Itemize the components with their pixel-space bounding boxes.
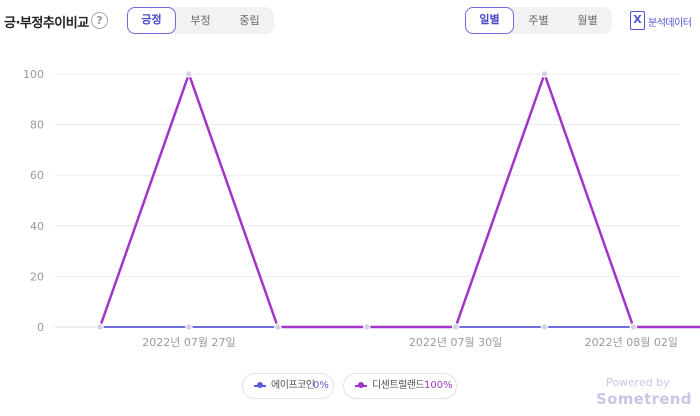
y-tick-label: 40 [30, 220, 44, 233]
legend-item-apecoin[interactable]: 에이프코인 0% [242, 373, 334, 399]
y-tick-label: 0 [37, 321, 44, 334]
y-tick-label: 100 [23, 68, 44, 81]
series-lines [98, 70, 700, 329]
legend-item-decentraland[interactable]: 디센트럴랜드 100% [343, 373, 457, 399]
legend-series-value: 100% [424, 380, 453, 391]
x-tick-label: 2022년 07월 27일 [142, 335, 235, 349]
data-point [629, 323, 638, 331]
data-point [540, 70, 549, 78]
data-point [274, 323, 282, 331]
data-point [185, 70, 193, 78]
legend-marker-icon [355, 381, 367, 391]
data-point [540, 323, 549, 331]
legend-marker-icon [254, 381, 266, 391]
legend-series-name: 디센트럴랜드 [372, 380, 425, 391]
data-point [96, 323, 104, 331]
data-point [363, 323, 371, 331]
x-axis-ticks: 2022년 07월 27일 2022년 07월 30일 2022년 08월 02일 [142, 335, 678, 349]
data-point [185, 323, 193, 331]
series-points [96, 70, 638, 331]
y-tick-label: 80 [30, 119, 44, 132]
y-axis-ticks: 0 20 40 60 80 100 [23, 68, 44, 334]
gridlines [55, 73, 680, 328]
legend-series-name: 에이프코인 [271, 380, 315, 391]
powered-by-label: Powered by [606, 376, 670, 389]
legend-series-value: 0% [313, 380, 329, 391]
y-tick-label: 20 [30, 270, 44, 283]
x-tick-label: 2022년 07월 30일 [409, 335, 502, 349]
line-chart: 020406080100 2022년 07월 27일 2022년 07월 30일 2… [23, 68, 700, 349]
x-tick-label: 2022년 08월 02일 [585, 335, 678, 349]
sometrend-logo: Sometrend [596, 390, 692, 408]
y-tick-label: 60 [30, 169, 44, 182]
data-point [451, 323, 460, 331]
series-line-1 [98, 70, 700, 329]
